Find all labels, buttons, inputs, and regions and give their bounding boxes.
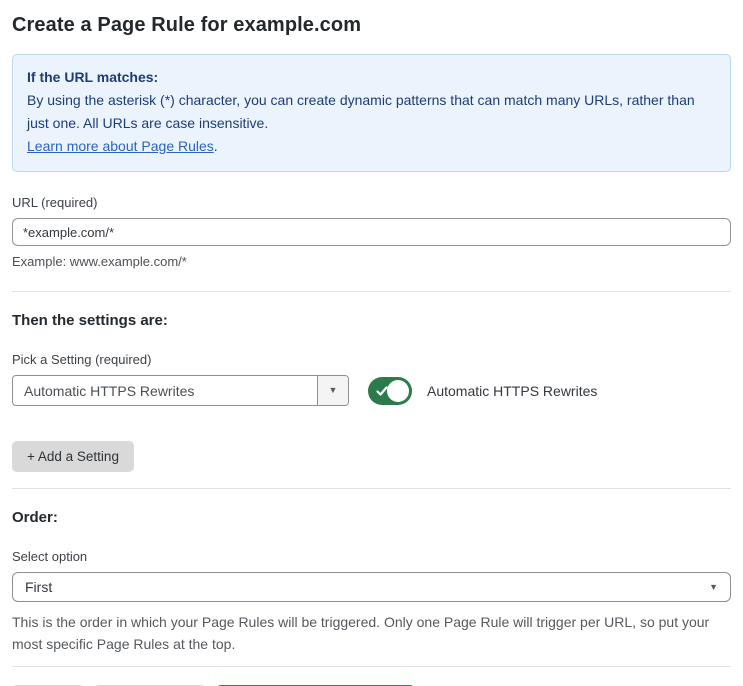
add-setting-button[interactable]: + Add a Setting (12, 441, 134, 472)
https-rewrites-toggle[interactable] (368, 376, 412, 405)
link-period: . (213, 138, 218, 154)
divider-after-url (12, 291, 731, 292)
setting-row: Automatic HTTPS Rewrites ▼ Automatic HTT… (12, 375, 731, 406)
create-page-rule-panel: Create a Page Rule for example.com If th… (0, 0, 743, 686)
setting-picker-value: Automatic HTTPS Rewrites (24, 382, 195, 399)
learn-more-link[interactable]: Learn more about Page Rules (27, 138, 214, 154)
url-matches-info-box: If the URL matches: By using the asteris… (12, 54, 731, 172)
order-section-heading: Order: (12, 509, 58, 526)
order-select-label: Select option (12, 549, 88, 564)
select-arrow-icon: ▼ (709, 581, 718, 592)
toggle-knob (387, 379, 409, 402)
divider-before-order (12, 488, 731, 489)
url-example-helper: Example: www.example.com/* (12, 254, 187, 269)
setting-picker-dropdown[interactable]: Automatic HTTPS Rewrites ▼ (12, 375, 349, 406)
url-input[interactable] (12, 218, 731, 246)
add-setting-wrap: + Add a Setting (12, 441, 731, 472)
url-label: URL (required) (12, 195, 98, 210)
order-helper-text: This is the order in which your Page Rul… (12, 614, 710, 652)
order-select-value: First (25, 579, 53, 595)
dropdown-arrow-icon: ▼ (328, 385, 338, 395)
info-box-body: By using the asterisk (*) character, you… (27, 92, 695, 131)
settings-section-heading: Then the settings are: (12, 312, 168, 329)
toggle-label: Automatic HTTPS Rewrites (427, 382, 598, 399)
page-title: Create a Page Rule for example.com (12, 14, 362, 36)
divider-before-footer (12, 666, 731, 667)
setting-picker-dropdown-button[interactable]: ▼ (317, 376, 348, 405)
pick-setting-label: Pick a Setting (required) (12, 352, 152, 367)
info-box-link-line: Learn more about Page Rules. (27, 135, 716, 158)
order-select[interactable]: First ▼ (12, 572, 731, 602)
info-box-heading: If the URL matches: (27, 69, 159, 85)
